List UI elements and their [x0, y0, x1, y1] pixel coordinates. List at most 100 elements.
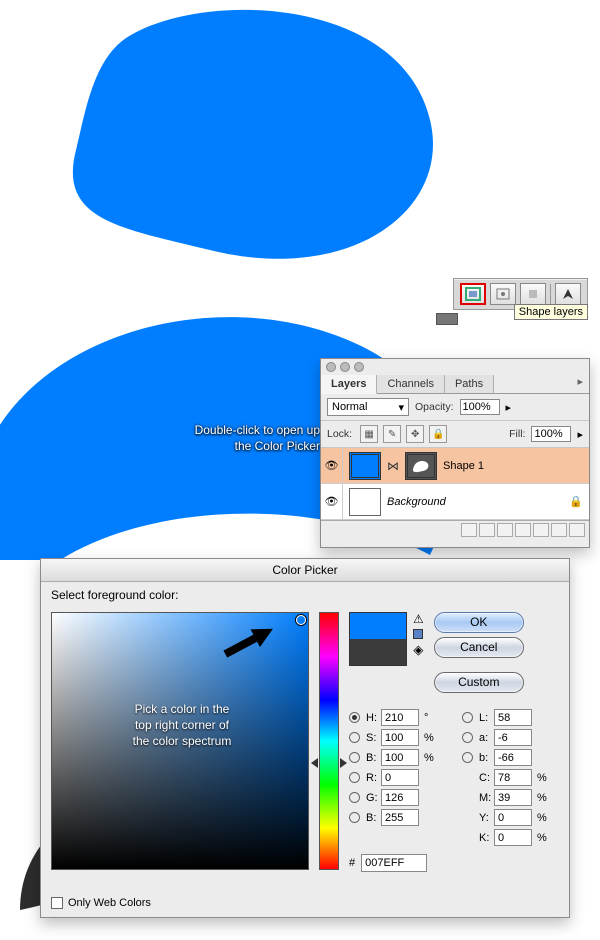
- mask-shape-icon: [410, 457, 432, 475]
- close-dot[interactable]: [326, 362, 336, 372]
- lock-image-button[interactable]: ✎: [383, 425, 401, 443]
- gamut-swatch[interactable]: [413, 629, 423, 639]
- tab-layers[interactable]: Layers: [321, 375, 377, 394]
- layer-mask-button[interactable]: [497, 523, 513, 537]
- radio-b2[interactable]: [462, 752, 473, 763]
- hue-pointer-left: [311, 758, 318, 768]
- lock-position-button[interactable]: ✥: [406, 425, 424, 443]
- shape-layers-mode-button[interactable]: [460, 283, 486, 305]
- layer-row[interactable]: 👁 Background 🔒: [321, 484, 589, 520]
- radio-b[interactable]: [349, 752, 360, 763]
- radio-l[interactable]: [462, 712, 473, 723]
- lock-fill-row: Lock: ▦ ✎ ✥ 🔒 Fill: ▸: [321, 421, 589, 448]
- radio-bc[interactable]: [349, 812, 360, 823]
- paths-mode-button[interactable]: [490, 283, 516, 305]
- link-icon: ⋈: [387, 459, 399, 473]
- radio-r[interactable]: [349, 772, 360, 783]
- web-colors-checkbox[interactable]: [51, 897, 63, 909]
- dialog-subtitle: Select foreground color:: [41, 582, 569, 602]
- s-input[interactable]: [381, 729, 419, 746]
- shape-layers-icon: [465, 287, 481, 301]
- y-input[interactable]: [494, 809, 532, 826]
- color-swatch-small: [436, 313, 458, 325]
- annotation-spectrum: Pick a color in the top right corner of …: [102, 701, 262, 750]
- layers-panel: Layers Channels Paths ▸ Normal▾ Opacity:…: [320, 358, 590, 548]
- lock-icons: ▦ ✎ ✥ 🔒: [358, 425, 447, 443]
- ok-button[interactable]: OK: [434, 612, 524, 633]
- r-input[interactable]: [381, 769, 419, 786]
- layer-list: 👁 ⋈ Shape 1 👁 Background 🔒: [321, 448, 589, 520]
- dialog-title: Color Picker: [41, 559, 569, 582]
- pen-tool-button[interactable]: [555, 283, 581, 305]
- radio-a[interactable]: [462, 732, 473, 743]
- new-group-button[interactable]: [515, 523, 531, 537]
- m-input[interactable]: [494, 789, 532, 806]
- zoom-dot[interactable]: [354, 362, 364, 372]
- opacity-flyout-icon[interactable]: ▸: [506, 401, 512, 414]
- panel-footer: [321, 520, 589, 538]
- new-color-swatch: [350, 613, 406, 639]
- radio-s[interactable]: [349, 732, 360, 743]
- custom-button[interactable]: Custom: [434, 672, 524, 693]
- panel-menu-icon[interactable]: ▸: [571, 375, 589, 393]
- panel-tabs: Layers Channels Paths ▸: [321, 375, 589, 394]
- tab-channels[interactable]: Channels: [377, 375, 444, 393]
- fill-pixels-mode-button[interactable]: [520, 283, 546, 305]
- bc-input[interactable]: [381, 809, 419, 826]
- layer-thumb[interactable]: [349, 488, 381, 516]
- current-color-swatch[interactable]: [350, 639, 406, 665]
- fill-label: Fill:: [509, 428, 525, 440]
- link-layers-button[interactable]: [461, 523, 477, 537]
- tab-paths[interactable]: Paths: [445, 375, 494, 393]
- layer-name: Shape 1: [443, 460, 484, 472]
- l-input[interactable]: [494, 709, 532, 726]
- delete-layer-button[interactable]: [569, 523, 585, 537]
- cancel-button[interactable]: Cancel: [434, 637, 524, 658]
- arrow-icon: [219, 615, 282, 666]
- k-input[interactable]: [494, 829, 532, 846]
- websafe-warning-icon[interactable]: ◈: [413, 642, 423, 658]
- hue-pointer-right: [340, 758, 347, 768]
- layer-style-button[interactable]: [479, 523, 495, 537]
- visibility-toggle[interactable]: 👁: [321, 484, 343, 519]
- window-controls: [321, 359, 589, 375]
- minimize-dot[interactable]: [340, 362, 350, 372]
- hex-label: #: [349, 857, 355, 869]
- hue-slider[interactable]: [319, 612, 339, 870]
- annotation-text: Double-click to open up: [195, 423, 320, 437]
- fill-pixels-icon: [526, 287, 540, 301]
- blend-mode-select[interactable]: Normal▾: [327, 398, 409, 416]
- pen-icon: [561, 287, 575, 301]
- color-spectrum[interactable]: Pick a color in the top right corner of …: [51, 612, 309, 870]
- new-layer-button[interactable]: [551, 523, 567, 537]
- g-input[interactable]: [381, 789, 419, 806]
- lock-all-button[interactable]: 🔒: [429, 425, 447, 443]
- web-colors-label: Only Web Colors: [68, 897, 151, 909]
- b2-input[interactable]: [494, 749, 532, 766]
- lock-transparency-button[interactable]: ▦: [360, 425, 378, 443]
- visibility-toggle[interactable]: 👁: [321, 448, 343, 483]
- a-input[interactable]: [494, 729, 532, 746]
- spectrum-cursor: [296, 615, 306, 625]
- gamut-warning-icon[interactable]: ⚠: [413, 612, 424, 626]
- layer-mask-thumb[interactable]: [405, 452, 437, 480]
- layer-color-thumb[interactable]: [349, 452, 381, 480]
- color-fields: H:° L: S:% a: B:% b: R: C:% G: M:% B: Y:…: [349, 709, 559, 846]
- annotation-text: the Color Picker: [235, 439, 320, 453]
- lock-label: Lock:: [327, 428, 352, 440]
- tooltip: Shape layers: [514, 304, 588, 320]
- opacity-input[interactable]: [460, 399, 500, 415]
- h-input[interactable]: [381, 709, 419, 726]
- layer-row[interactable]: 👁 ⋈ Shape 1: [321, 448, 589, 484]
- hex-input[interactable]: [361, 854, 427, 872]
- fill-input[interactable]: [531, 426, 571, 442]
- opacity-label: Opacity:: [415, 401, 454, 413]
- fill-flyout-icon[interactable]: ▸: [577, 428, 583, 441]
- c-input[interactable]: [494, 769, 532, 786]
- color-preview: [349, 612, 407, 666]
- bval-input[interactable]: [381, 749, 419, 766]
- radio-h[interactable]: [349, 712, 360, 723]
- radio-g[interactable]: [349, 792, 360, 803]
- web-colors-row: Only Web Colors: [41, 897, 569, 917]
- adjustment-layer-button[interactable]: [533, 523, 549, 537]
